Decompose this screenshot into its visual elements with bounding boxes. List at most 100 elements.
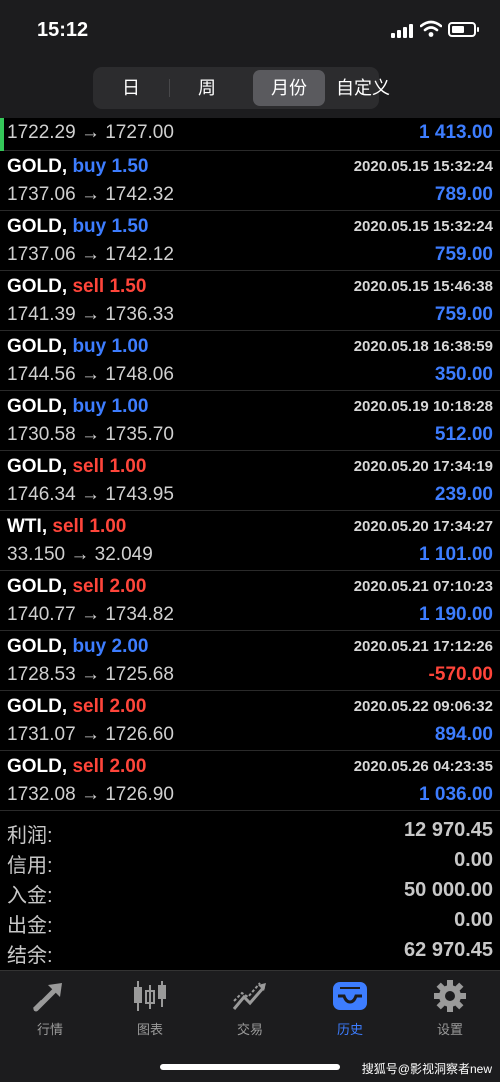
summary-label: 入金: (7, 885, 53, 907)
trade-volume: 2.00 (109, 756, 147, 777)
trade-row[interactable]: GOLD, sell 2.00 2020.05.21 07:10:23 1740.7… (0, 571, 500, 631)
summary-label: 结余: (7, 945, 53, 967)
trade-volume: 2.00 (109, 696, 147, 717)
cellular-signal-icon (391, 24, 417, 38)
tab-quotes[interactable]: 行情 (0, 979, 100, 1039)
trade-profit: 350.00 (434, 364, 493, 385)
segment-month[interactable]: 月份 (253, 70, 325, 106)
trade-symbol-side: GOLD, buy 1.00 (7, 336, 149, 358)
trade-symbol: GOLD, (7, 396, 68, 417)
tab-history[interactable]: 历史 (300, 979, 400, 1039)
wifi-icon (420, 20, 442, 37)
summary-label: 信用: (7, 855, 53, 877)
trade-symbol-side: GOLD, sell 2.00 (7, 576, 146, 598)
segment-week[interactable]: 周 (172, 70, 242, 106)
trade-history-list: 1722.29 → 1727.00 1 413.00 GOLD, buy 1.5… (0, 118, 500, 811)
trade-volume: 1.00 (111, 336, 149, 357)
trade-symbol-side: GOLD, sell 1.50 (7, 276, 146, 298)
trade-symbol-side: GOLD, buy 1.00 (7, 396, 149, 418)
trade-row[interactable]: GOLD, sell 1.50 2020.05.15 15:46:38 1741.3… (0, 271, 500, 331)
trade-profit: 512.00 (434, 424, 493, 445)
tab-label: 行情 (36, 1022, 63, 1037)
trade-price: 33.150 → 32.049 (7, 544, 153, 565)
summary-row: 信用: 0.00 (0, 846, 500, 877)
trade-symbol-side: GOLD, sell 2.00 (7, 696, 146, 718)
summary-label: 利润: (7, 825, 53, 847)
summary-value: 0.00 (454, 909, 493, 931)
trade-profit: 759.00 (434, 304, 493, 325)
trade-volume: 1.50 (109, 276, 147, 297)
trade-row[interactable]: GOLD, sell 1.00 2020.05.20 17:34:19 1746.3… (0, 451, 500, 511)
trade-price: 1732.08 → 1726.90 (7, 784, 174, 805)
status-bar: 15:12 (0, 0, 500, 60)
tab-trade[interactable]: 交易 (200, 979, 300, 1039)
tab-settings[interactable]: 设置 (400, 979, 500, 1039)
trade-profit: 894.00 (434, 724, 493, 745)
trade-date: 2020.05.15 15:46:38 (353, 278, 493, 295)
watermark: 搜狐号@影视洞察者new (361, 1062, 492, 1076)
summary-value: 12 970.45 (404, 819, 493, 841)
trade-row[interactable]: GOLD, sell 2.00 2020.05.22 09:06:32 1731.0… (0, 691, 500, 751)
trade-date: 2020.05.22 09:06:32 (353, 698, 493, 715)
summary-value: 62 970.45 (404, 939, 493, 961)
trade-symbol: GOLD, (7, 276, 68, 297)
trade-side: sell (72, 756, 105, 777)
trade-side: buy (72, 216, 107, 237)
period-filter-bar: 日 周 月份 自定义 (0, 60, 500, 118)
trade-profit: 789.00 (434, 184, 493, 205)
summary-row: 出金: 0.00 (0, 906, 500, 937)
trade-symbol: GOLD, (7, 216, 68, 237)
home-indicator[interactable] (160, 1064, 340, 1070)
trade-side: buy (72, 336, 107, 357)
trade-price: 1737.06 → 1742.32 (7, 184, 174, 205)
trade-profit: 1 101.00 (419, 544, 493, 565)
trade-price: 1746.34 → 1743.95 (7, 484, 174, 505)
trade-volume: 1.00 (89, 516, 127, 537)
trade-row[interactable]: GOLD, buy 1.00 2020.05.19 10:18:28 1730.58… (0, 391, 500, 451)
battery-icon (448, 22, 479, 37)
trade-side: buy (72, 396, 107, 417)
trade-side: buy (72, 156, 107, 177)
trade-row[interactable]: GOLD, buy 1.00 2020.05.18 16:38:59 1744.56… (0, 331, 500, 391)
quotes-arrows-icon (32, 983, 62, 1012)
trade-symbol: GOLD, (7, 756, 68, 777)
trade-profit: 1 413.00 (419, 122, 493, 143)
trade-date: 2020.05.21 07:10:23 (353, 578, 493, 595)
summary-value: 50 000.00 (404, 879, 493, 901)
account-summary: 利润: 12 970.45 信用: 0.00 入金: 50 000.00 出金: 0.00 结余… (0, 816, 500, 970)
trade-side: buy (72, 636, 107, 657)
trade-date: 2020.05.20 17:34:19 (353, 458, 493, 475)
trade-symbol: GOLD, (7, 156, 68, 177)
trade-volume: 2.00 (109, 576, 147, 597)
trade-row[interactable]: GOLD, sell 2.00 2020.05.26 04:23:35 1732.0… (0, 751, 500, 811)
trade-date: 2020.05.15 15:32:24 (353, 158, 493, 175)
trade-row[interactable]: GOLD, buy 2.00 2020.05.21 17:12:26 1728.53… (0, 631, 500, 691)
trade-symbol-side: GOLD, sell 1.00 (7, 456, 146, 478)
summary-row: 利润: 12 970.45 (0, 816, 500, 847)
trade-volume: 1.00 (109, 456, 147, 477)
trade-price: 1737.06 → 1742.12 (7, 244, 174, 265)
trade-side: sell (52, 516, 85, 537)
trade-side: sell (72, 696, 105, 717)
trade-row[interactable]: WTI, sell 1.00 2020.05.20 17:34:27 33.150 … (0, 511, 500, 571)
trade-symbol-side: GOLD, buy 1.50 (7, 216, 149, 238)
trade-symbol: WTI, (7, 516, 48, 537)
tab-label: 历史 (336, 1022, 363, 1037)
trade-date: 2020.05.26 04:23:35 (353, 758, 493, 775)
trade-symbol: GOLD, (7, 636, 68, 657)
trade-date: 2020.05.20 17:34:27 (353, 518, 493, 535)
trade-row[interactable]: GOLD, buy 1.50 2020.05.15 15:32:24 1737.06… (0, 211, 500, 271)
history-inbox-icon (333, 982, 367, 1010)
tab-label: 图表 (136, 1022, 163, 1037)
status-time: 15:12 (37, 19, 89, 41)
summary-row: 结余: 62 970.45 (0, 936, 500, 967)
tab-charts[interactable]: 图表 (100, 979, 200, 1039)
trade-row[interactable]: 1722.29 → 1727.00 1 413.00 (0, 118, 500, 151)
segment-custom[interactable]: 自定义 (328, 70, 398, 106)
trade-volume: 1.00 (111, 396, 149, 417)
trade-profit: 759.00 (434, 244, 493, 265)
segment-day[interactable]: 日 (96, 70, 166, 106)
trade-profit: 1 190.00 (419, 604, 493, 625)
trade-price: 1730.58 → 1735.70 (7, 424, 174, 445)
trade-row[interactable]: GOLD, buy 1.50 2020.05.15 15:32:24 1737.06… (0, 151, 500, 211)
